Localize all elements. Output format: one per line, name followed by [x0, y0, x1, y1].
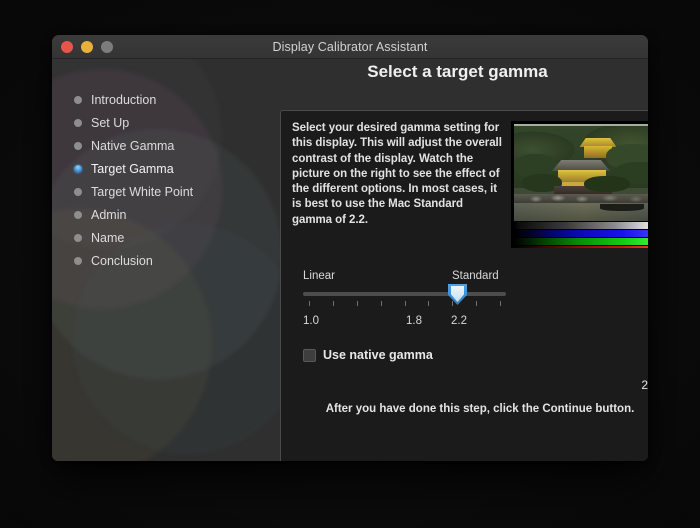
gamma-value-readout: 2.2 [641, 378, 648, 392]
sidebar-item-label: Native Gamma [91, 138, 175, 153]
slider-scale-label-1: 1.0 [303, 315, 319, 327]
slider-tick [452, 301, 453, 306]
panel-top-row: Select your desired gamma setting for th… [281, 111, 648, 248]
slider-tick [333, 301, 334, 306]
sidebar-item-label: Name [91, 230, 125, 245]
slider-scale-label-3: 2.2 [451, 315, 467, 327]
slider-tick [309, 301, 310, 306]
sidebar-item-introduction[interactable]: Introduction [52, 88, 267, 111]
slider-label-standard: Standard [452, 270, 499, 282]
grayscale-gradient-bar [514, 222, 648, 229]
window-body: Introduction Set Up Native Gamma Target … [52, 59, 648, 461]
step-bullet-icon [74, 95, 82, 104]
sidebar-item-set-up[interactable]: Set Up [52, 111, 267, 134]
sidebar-item-label: Target Gamma [91, 161, 174, 176]
photo-pine-lower-mid [584, 176, 630, 192]
red-gradient-bar [514, 246, 648, 248]
description-text: Select your desired gamma setting for th… [292, 122, 502, 226]
sidebar-item-label: Admin [91, 207, 127, 222]
photo-dark-foreground-rock [600, 204, 644, 211]
sidebar-item-label: Set Up [91, 115, 130, 130]
step-bullet-icon [74, 118, 82, 127]
sidebar-item-label: Target White Point [91, 184, 194, 199]
page-title: Select a target gamma [367, 62, 548, 81]
checkbox-label: Use native gamma [323, 348, 433, 362]
checkbox-icon[interactable] [303, 348, 316, 362]
step-bullet-icon [74, 187, 82, 196]
use-native-gamma-checkbox-row[interactable]: Use native gamma [303, 348, 648, 362]
preview-photo [514, 124, 648, 221]
slider-tick [500, 301, 501, 306]
window-title: Display Calibrator Assistant [272, 39, 428, 54]
slider-track[interactable] [303, 292, 506, 296]
slider-tick [476, 301, 477, 306]
sidebar-item-admin[interactable]: Admin [52, 203, 267, 226]
slider-tick [405, 301, 406, 306]
gamma-preview-image [511, 121, 648, 248]
sidebar-item-name[interactable]: Name [52, 226, 267, 249]
sidebar-item-label: Conclusion [91, 253, 153, 268]
step-bullet-icon [74, 233, 82, 242]
step-bullet-icon [74, 256, 82, 265]
step-bullet-active-icon [74, 164, 82, 173]
step-bullet-icon [74, 210, 82, 219]
steps-sidebar: Introduction Set Up Native Gamma Target … [52, 59, 267, 461]
sidebar-item-conclusion[interactable]: Conclusion [52, 249, 267, 272]
slider-tick [357, 301, 358, 306]
color-calibration-bars [514, 222, 648, 248]
gamma-slider[interactable]: Linear Standard 1.0 1.8 2.2 [303, 270, 648, 342]
desktop-background: Display Calibrator Assistant Introductio… [0, 0, 700, 528]
sidebar-item-target-white-point[interactable]: Target White Point [52, 180, 267, 203]
slider-scale-label-2: 1.8 [406, 315, 422, 327]
window-titlebar[interactable]: Display Calibrator Assistant [52, 35, 648, 59]
slider-tick-marks [303, 301, 506, 307]
step-bullet-icon [74, 141, 82, 150]
slider-tick [428, 301, 429, 306]
sidebar-item-native-gamma[interactable]: Native Gamma [52, 134, 267, 157]
display-calibrator-window: Display Calibrator Assistant Introductio… [52, 35, 648, 461]
blue-gradient-bar [514, 230, 648, 237]
photo-rocks [524, 194, 648, 203]
instruction-hint: After you have done this step, click the… [325, 403, 635, 415]
content-panel: Select your desired gamma setting for th… [280, 110, 648, 461]
slider-label-linear: Linear [303, 270, 335, 282]
sidebar-item-target-gamma[interactable]: Target Gamma [52, 157, 267, 180]
slider-tick [381, 301, 382, 306]
sidebar-item-label: Introduction [91, 92, 157, 107]
green-gradient-bar [514, 238, 648, 245]
